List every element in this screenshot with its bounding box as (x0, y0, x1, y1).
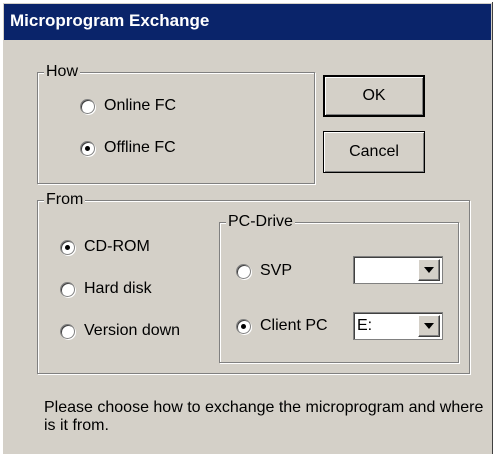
hard-disk-label: Hard disk (84, 280, 152, 297)
svp-dropdown-button[interactable] (418, 259, 440, 281)
cd-rom-radio-button[interactable] (60, 239, 75, 255)
radio-cd-rom[interactable]: CD-ROM (60, 236, 150, 258)
radio-svp[interactable]: SVP (236, 260, 292, 282)
hard-disk-radio-button[interactable] (60, 281, 75, 297)
radio-hard-disk[interactable]: Hard disk (60, 278, 152, 300)
svp-label: SVP (260, 262, 293, 279)
chevron-down-icon (424, 323, 434, 329)
client-pc-drive-select[interactable]: E: (353, 312, 443, 340)
client-pc-drive-value: E: (357, 317, 373, 334)
cancel-button[interactable]: Cancel (323, 131, 425, 173)
svp-radio-button[interactable] (236, 263, 251, 279)
radio-version-down[interactable]: Version down (60, 320, 180, 342)
radio-client-pc[interactable]: Client PC (236, 315, 328, 337)
svp-drive-select[interactable] (353, 256, 443, 284)
radio-online-fc[interactable]: Online FC (80, 95, 176, 117)
ok-button[interactable]: OK (323, 75, 425, 117)
cd-rom-label: CD-ROM (84, 238, 150, 255)
offline-fc-radio-button[interactable] (80, 140, 95, 156)
online-fc-label: Online FC (104, 97, 177, 114)
client-pc-label: Client PC (260, 317, 328, 334)
radio-offline-fc[interactable]: Offline FC (80, 137, 176, 159)
instruction-message: Please choose how to exchange the microp… (44, 399, 484, 434)
how-legend: How (44, 62, 81, 82)
version-down-label: Version down (84, 322, 181, 339)
client-pc-dropdown-button[interactable] (418, 315, 440, 337)
how-group: How Online FC Offline FC (37, 62, 315, 184)
window-title: Microprogram Exchange (10, 11, 210, 30)
client-pc-radio-button[interactable] (236, 318, 251, 334)
from-legend: From (44, 190, 86, 210)
from-group: From CD-ROM Hard disk Version down PC-Dr… (37, 190, 470, 374)
dialog-window: Microprogram Exchange How Online FC Offl… (2, 2, 493, 454)
pc-drive-legend: PC-Drive (226, 212, 295, 232)
pc-drive-group: PC-Drive SVP Client PC E: (219, 212, 459, 363)
title-bar[interactable]: Microprogram Exchange (4, 4, 491, 40)
chevron-down-icon (424, 267, 434, 273)
online-fc-radio-button[interactable] (80, 98, 95, 114)
version-down-radio-button[interactable] (60, 323, 75, 339)
offline-fc-label: Offline FC (104, 139, 176, 156)
